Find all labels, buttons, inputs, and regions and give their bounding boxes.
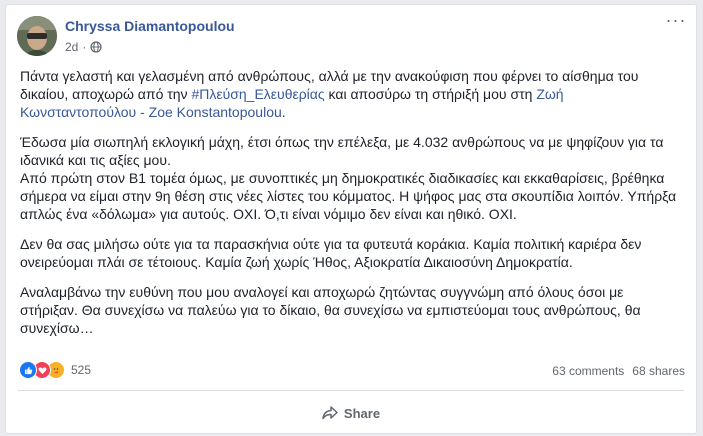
- like-reaction-icon: [19, 361, 37, 379]
- globe-icon[interactable]: [90, 41, 102, 53]
- comments-count[interactable]: 63 comments: [552, 364, 624, 378]
- post-text-run: Από πρώτη στον Β1 τομέα όμως, με συνοπτι…: [20, 170, 677, 222]
- more-options-button[interactable]: ···: [664, 11, 688, 33]
- separator-dot: ·: [82, 40, 87, 54]
- engagement-stats: 63 comments 68 shares: [552, 364, 685, 378]
- post-text: Πάντα γελαστή και γελασμένη από ανθρώπου…: [20, 67, 680, 349]
- share-icon: [322, 406, 338, 420]
- share-label: Share: [343, 405, 381, 421]
- post-paragraph: Από πρώτη στον Β1 τομέα όμως, με συνοπτι…: [20, 169, 680, 223]
- post-paragraph: Αναλαμβάνω την ευθύνη που μου αναλογεί κ…: [20, 283, 680, 337]
- avatar-image: [17, 16, 57, 56]
- post-text-run: .: [281, 104, 286, 120]
- post-text-run: Έδωσα μία σιωπηλή εκλογική μάχη, έτσι όπ…: [20, 134, 664, 168]
- post-card: Chryssa Diamantopoulou 2d · ··· Πάντα γε…: [5, 4, 697, 434]
- post-text-run: Δεν θα σας μιλήσω ούτε για τα παρασκήνια…: [20, 236, 642, 270]
- post-text-run: Αναλαμβάνω την ευθύνη που μου αναλογεί κ…: [20, 284, 641, 336]
- post-paragraph: Δεν θα σας μιλήσω ούτε για τα παρασκήνια…: [20, 235, 680, 271]
- reactions-summary[interactable]: 525: [19, 361, 91, 379]
- divider: [18, 390, 684, 391]
- post-time[interactable]: 2d: [65, 40, 78, 54]
- post-text-run: και αποσύρω τη στήριξή μου στη: [324, 86, 537, 102]
- author-name[interactable]: Chryssa Diamantopoulou: [65, 18, 235, 34]
- avatar[interactable]: [17, 16, 57, 56]
- post-paragraph: Έδωσα μία σιωπηλή εκλογική μάχη, έτσι όπ…: [20, 133, 680, 169]
- share-button[interactable]: Share: [6, 398, 696, 428]
- shares-count[interactable]: 68 shares: [632, 364, 685, 378]
- post-link[interactable]: #Πλεύση_Ελευθερίας: [191, 86, 324, 102]
- reaction-count: 525: [71, 363, 92, 377]
- post-meta: 2d ·: [65, 40, 102, 54]
- post-paragraph: Πάντα γελαστή και γελασμένη από ανθρώπου…: [20, 67, 680, 121]
